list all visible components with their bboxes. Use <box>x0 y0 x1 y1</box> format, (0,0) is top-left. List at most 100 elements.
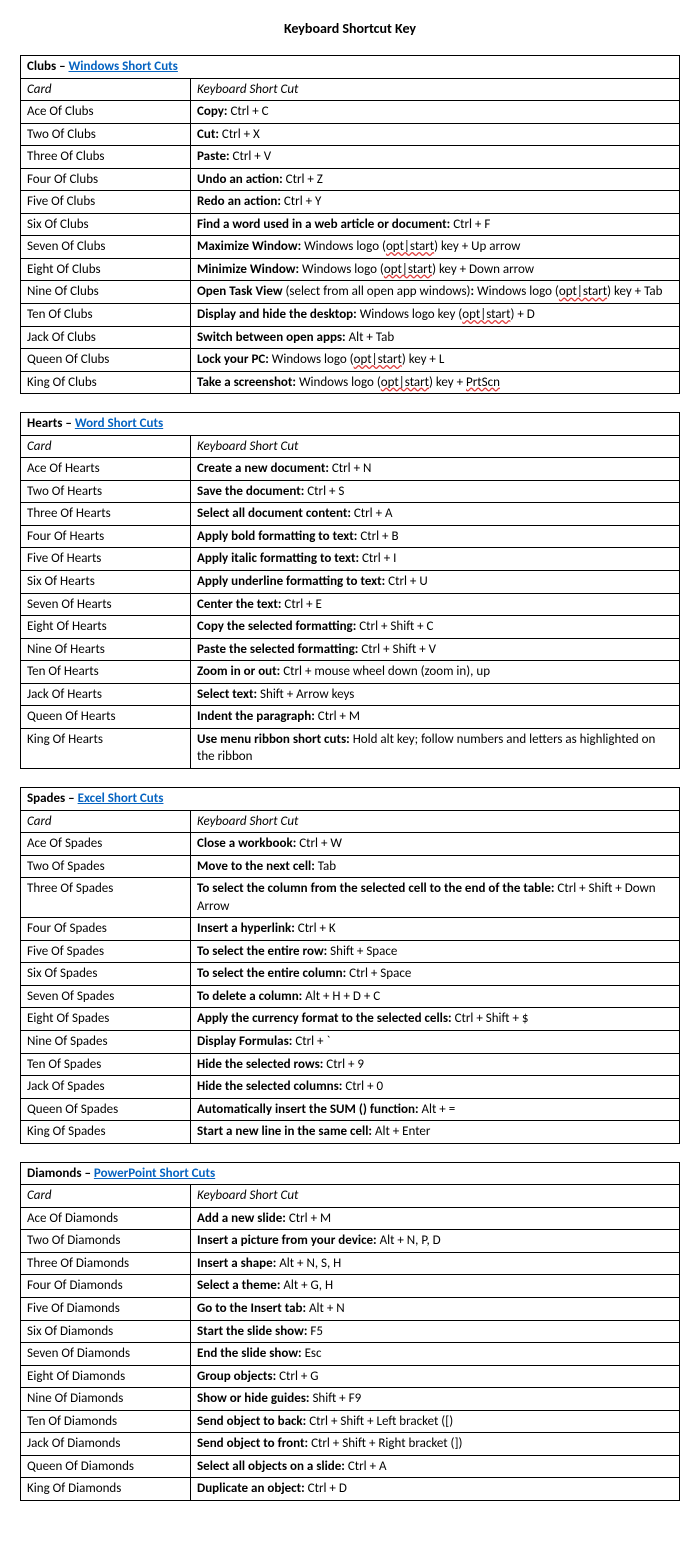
section-suit-prefix: Hearts – <box>27 416 75 431</box>
section-link[interactable]: PowerPoint Short Cuts <box>94 1166 215 1181</box>
card-cell: Six Of Spades <box>21 963 191 986</box>
shortcut-cell: Apply underline formatting to text: Ctrl… <box>191 571 680 594</box>
shortcut-cell: Insert a shape: Alt + N, S, H <box>191 1252 680 1275</box>
shortcut-keys: Alt + N <box>306 1301 345 1316</box>
table-row: Three Of HeartsSelect all document conte… <box>21 503 680 526</box>
card-cell: Six Of Clubs <box>21 213 191 236</box>
column-header-card: Card <box>21 1185 191 1208</box>
shortcut-action: Open Task View <box>197 284 283 299</box>
shortcut-action: Apply bold formatting to text: <box>197 529 357 544</box>
table-row: Jack Of ClubsSwitch between open apps: A… <box>21 326 680 349</box>
shortcut-keys: Windows logo (opt|start) key + PrtScn <box>296 375 500 390</box>
shortcut-keys: Ctrl + G <box>276 1369 318 1384</box>
table-row: Jack Of SpadesHide the selected columns:… <box>21 1076 680 1099</box>
shortcut-action: Select text: <box>197 687 257 702</box>
shortcut-keys: Ctrl + C <box>228 104 269 119</box>
shortcut-action: Hide the selected columns: <box>197 1079 342 1094</box>
table-row: Four Of DiamondsSelect a theme: Alt + G,… <box>21 1275 680 1298</box>
shortcut-keys: Ctrl + W <box>296 836 342 851</box>
shortcut-keys: Ctrl + mouse wheel down (zoom in), up <box>280 664 490 679</box>
shortcut-keys: Windows logo (opt|start) key + Down arro… <box>299 262 534 277</box>
card-cell: Jack Of Diamonds <box>21 1433 191 1456</box>
shortcut-keys: Ctrl + V <box>230 149 271 164</box>
shortcut-keys: Esc <box>302 1346 322 1361</box>
shortcut-action: Paste the selected formatting: <box>197 642 358 657</box>
table-row: Queen Of HeartsIndent the paragraph: Ctr… <box>21 706 680 729</box>
table-row: Queen Of ClubsLock your PC: Windows logo… <box>21 349 680 372</box>
table-row: Seven Of SpadesTo delete a column: Alt +… <box>21 985 680 1008</box>
table-row: Four Of ClubsUndo an action: Ctrl + Z <box>21 168 680 191</box>
card-cell: Nine Of Spades <box>21 1030 191 1053</box>
table-row: Queen Of SpadesAutomatically insert the … <box>21 1098 680 1121</box>
card-cell: Ten Of Diamonds <box>21 1410 191 1433</box>
shortcut-keys: Ctrl + U <box>385 574 427 589</box>
shortcut-action: Cut: <box>197 127 219 142</box>
shortcut-keys: Ctrl + A <box>351 506 393 521</box>
section-header: Hearts – Word Short Cuts <box>21 413 680 436</box>
table-row: Three Of ClubsPaste: Ctrl + V <box>21 146 680 169</box>
shortcut-keys: (select from all open app windows): Wind… <box>283 284 663 299</box>
table-row: Ten Of HeartsZoom in or out: Ctrl + mous… <box>21 661 680 684</box>
column-header-shortcut: Keyboard Short Cut <box>191 1185 680 1208</box>
shortcut-keys: Ctrl + Shift + V <box>358 642 436 657</box>
card-cell: Five Of Hearts <box>21 548 191 571</box>
shortcut-keys: Ctrl + Space <box>346 966 411 981</box>
card-cell: Five Of Spades <box>21 940 191 963</box>
shortcut-keys: Ctrl + N <box>329 461 372 476</box>
card-cell: Three Of Clubs <box>21 146 191 169</box>
shortcut-keys: Alt + Enter <box>372 1124 430 1139</box>
shortcut-keys: Ctrl + Shift + Right bracket (]) <box>308 1436 462 1451</box>
shortcut-cell: Copy: Ctrl + C <box>191 101 680 124</box>
shortcut-action: Send object to front: <box>197 1436 308 1451</box>
section-link[interactable]: Windows Short Cuts <box>69 59 178 74</box>
table-row: Six Of Clubs Find a word used in a web ar… <box>21 213 680 236</box>
shortcut-action: Go to the Insert tab: <box>197 1301 306 1316</box>
shortcut-keys: Windows logo (opt|start) key + L <box>269 352 444 367</box>
shortcut-cell: Group objects: Ctrl + G <box>191 1365 680 1388</box>
section-link[interactable]: Excel Short Cuts <box>78 791 164 806</box>
table-row: Six Of DiamondsStart the slide show: F5 <box>21 1320 680 1343</box>
shortcut-cell: Start a new line in the same cell: Alt +… <box>191 1121 680 1144</box>
table-row: Eight Of HeartsCopy the selected formatt… <box>21 616 680 639</box>
table-row: Nine Of ClubsOpen Task View (select from… <box>21 281 680 304</box>
table-row: Seven Of ClubsMaximize Window: Windows l… <box>21 236 680 259</box>
column-header-card: Card <box>21 810 191 833</box>
shortcut-cell: Insert a picture from your device: Alt +… <box>191 1230 680 1253</box>
table-row: Three Of SpadesTo select the column from… <box>21 878 680 918</box>
card-cell: Two Of Hearts <box>21 480 191 503</box>
shortcut-cell: To select the entire row: Shift + Space <box>191 940 680 963</box>
card-cell: Eight Of Diamonds <box>21 1365 191 1388</box>
shortcut-keys: Ctrl + Shift + C <box>356 619 433 634</box>
table-row: King Of Clubs Take a screenshot: Windows … <box>21 371 680 394</box>
card-cell: King Of Clubs <box>21 371 191 394</box>
table-row: Jack Of DiamondsSend object to front: Ct… <box>21 1433 680 1456</box>
shortcut-cell: Move to the next cell: Tab <box>191 855 680 878</box>
shortcut-cell: Send object to front: Ctrl + Shift + Rig… <box>191 1433 680 1456</box>
shortcut-action: Send object to back: <box>197 1414 306 1429</box>
section-header: Spades – Excel Short Cuts <box>21 787 680 810</box>
shortcut-cell: Add a new slide: Ctrl + M <box>191 1207 680 1230</box>
shortcut-action: To delete a column: <box>197 989 302 1004</box>
section-link[interactable]: Word Short Cuts <box>75 416 163 431</box>
shortcut-action: End the slide show: <box>197 1346 302 1361</box>
shortcut-action: Apply italic formatting to text: <box>197 551 359 566</box>
card-cell: Three Of Hearts <box>21 503 191 526</box>
page-title: Keyboard Shortcut Key <box>20 20 680 37</box>
table-row: Ten Of ClubsDisplay and hide the desktop… <box>21 304 680 327</box>
shortcut-cell: To select the entire column: Ctrl + Spac… <box>191 963 680 986</box>
shortcut-action: Hide the selected rows: <box>197 1057 323 1072</box>
shortcut-action: Insert a hyperlink: <box>197 921 295 936</box>
shortcut-action: Zoom in or out: <box>197 664 280 679</box>
shortcut-action: Find a word used in a web article or doc… <box>197 217 450 232</box>
card-cell: Queen Of Hearts <box>21 706 191 729</box>
card-cell: Nine Of Diamonds <box>21 1388 191 1411</box>
card-cell: Five Of Clubs <box>21 191 191 214</box>
shortcut-action: Group objects: <box>197 1369 276 1384</box>
shortcut-keys: Ctrl + D <box>305 1481 347 1496</box>
card-cell: Queen Of Clubs <box>21 349 191 372</box>
shortcut-action: Minimize Window: <box>197 262 299 277</box>
shortcut-action: Take a screenshot: <box>197 375 296 390</box>
shortcut-keys: Ctrl + 9 <box>323 1057 364 1072</box>
table-row: King Of SpadesStart a new line in the sa… <box>21 1121 680 1144</box>
shortcut-action: Use menu ribbon short cuts: <box>197 732 350 747</box>
